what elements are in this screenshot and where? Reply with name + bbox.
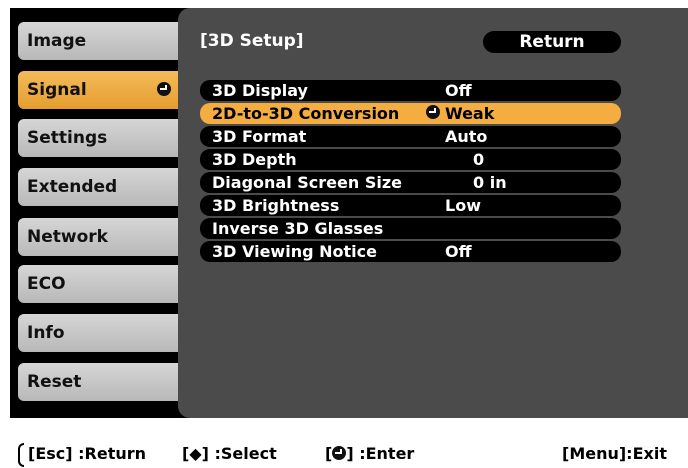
setting-value: Off — [445, 81, 472, 100]
setting-label: 3D Format — [212, 127, 307, 146]
setting-label: 3D Viewing Notice — [212, 242, 377, 261]
setting-row-inverse-3d-glasses[interactable]: Inverse 3D Glasses — [200, 218, 621, 239]
setting-row-3d-format[interactable]: 3D Format Auto — [200, 126, 621, 147]
page-title: [3D Setup] — [200, 31, 304, 51]
sidebar-item-label: Network — [27, 227, 108, 247]
sidebar-item-label: Info — [27, 323, 65, 343]
menu-exit-hint: [Menu]:Exit — [562, 444, 667, 463]
esc-hint: [Esc] :Return — [28, 444, 147, 463]
setting-label: 3D Depth — [212, 150, 297, 169]
help-bar: [Esc] :Return [◆] :Select [ ] :Enter [Men… — [10, 442, 688, 468]
setting-row-3d-brightness[interactable]: 3D Brightness Low — [200, 195, 621, 216]
setting-label: 2D-to-3D Conversion — [212, 104, 400, 123]
setting-value: 0 — [473, 150, 485, 169]
sidebar-item-label: Extended — [27, 177, 118, 197]
sidebar-item-eco[interactable]: ECO — [18, 265, 185, 303]
sidebar-item-extended[interactable]: Extended — [18, 168, 185, 206]
enter-hint-close: ] :Enter — [346, 444, 415, 463]
setting-label: 3D Brightness — [212, 196, 340, 215]
sidebar-item-label: Signal — [27, 80, 87, 100]
return-button[interactable]: Return — [483, 31, 621, 53]
select-hint: [◆] :Select — [182, 444, 277, 463]
sidebar-item-label: ECO — [27, 274, 66, 294]
setting-value: Low — [445, 196, 481, 215]
sidebar-item-settings[interactable]: Settings — [18, 119, 185, 157]
setting-value: Auto — [445, 127, 488, 146]
setting-value: Weak — [445, 104, 495, 123]
setting-row-3d-viewing-notice[interactable]: 3D Viewing Notice Off — [200, 241, 621, 262]
sidebar-item-label: Settings — [27, 128, 108, 148]
sidebar-item-label: Reset — [27, 372, 82, 392]
enter-hint-open: [ — [325, 444, 333, 463]
setting-row-diagonal-screen-size[interactable]: Diagonal Screen Size 0 in — [200, 172, 621, 193]
sidebar-item-network[interactable]: Network — [18, 218, 185, 256]
enter-icon — [426, 105, 440, 119]
enter-hint: [ ] :Enter — [325, 442, 414, 466]
setting-value: 0 in — [473, 173, 507, 192]
sidebar-item-label: Image — [27, 31, 87, 51]
sidebar-item-reset[interactable]: Reset — [18, 363, 185, 401]
setting-row-3d-display[interactable]: 3D Display Off — [200, 80, 621, 101]
enter-icon — [332, 446, 347, 460]
enter-icon — [157, 82, 171, 96]
setting-value: Off — [445, 242, 472, 261]
setting-label: Inverse 3D Glasses — [212, 219, 384, 238]
setting-label: Diagonal Screen Size — [212, 173, 402, 192]
setting-row-3d-depth[interactable]: 3D Depth 0 — [200, 149, 621, 170]
help-bar-bracket — [18, 443, 24, 467]
setting-row-2d-to-3d-conversion[interactable]: 2D-to-3D Conversion Weak — [200, 103, 621, 124]
sidebar-item-image[interactable]: Image — [18, 22, 185, 60]
setting-label: 3D Display — [212, 81, 308, 100]
sidebar-item-signal[interactable]: Signal — [18, 71, 185, 109]
sidebar-item-info[interactable]: Info — [18, 314, 185, 352]
